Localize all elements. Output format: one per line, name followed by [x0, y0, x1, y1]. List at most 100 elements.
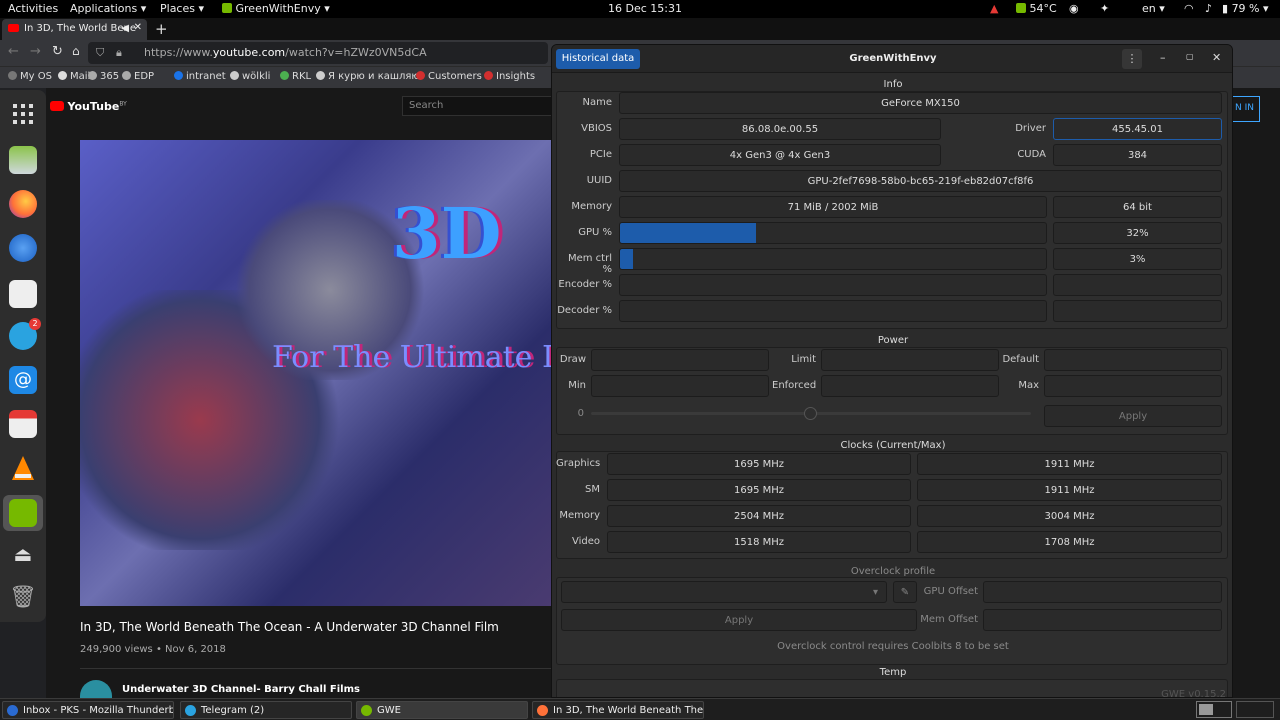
name-label: Name — [582, 97, 612, 108]
battery-indicator[interactable]: ▮ 79 % ▾ — [1222, 2, 1269, 15]
reload-icon[interactable]: ↻ — [52, 44, 63, 59]
bookmark-item[interactable]: Insights — [484, 71, 535, 82]
bookmark-label: 365 — [100, 71, 120, 82]
app-menu[interactable]: GreenWithEnvy ▾ — [222, 2, 330, 15]
memory-bus-value: 64 bit — [1053, 196, 1222, 218]
gpu-usage-bar — [619, 222, 1047, 244]
temp-section-title: Temp — [879, 667, 907, 678]
new-tab-button[interactable]: + — [155, 20, 168, 38]
search-box[interactable]: Search — [402, 96, 552, 116]
thunderbird-icon[interactable] — [9, 234, 37, 262]
channel-avatar[interactable] — [80, 680, 112, 700]
firefox-icon[interactable] — [9, 190, 37, 218]
clock-max: 1708 MHz — [917, 531, 1222, 553]
tab-youtube[interactable]: In 3D, The World Bene ◀ ✕ — [2, 19, 147, 40]
gpu-temp-icon — [1016, 3, 1026, 13]
edit-profile-button[interactable]: ✎ — [893, 581, 917, 603]
bookmark-item[interactable]: intranet — [174, 71, 226, 82]
workspace-switcher[interactable] — [1196, 701, 1232, 718]
vlc-icon[interactable] — [9, 454, 37, 482]
home-icon[interactable]: ⌂ — [72, 44, 80, 58]
memctrl-usage-value: 3% — [1053, 248, 1222, 270]
eject-icon[interactable]: ⏏ — [9, 542, 37, 570]
taskbar-item[interactable]: Telegram (2) — [180, 701, 352, 719]
driver-value[interactable]: 455.45.01 — [1053, 118, 1222, 140]
telegram-icon[interactable]: 2 — [9, 318, 41, 350]
temp-frame — [556, 679, 1228, 697]
enforced-label: Enforced — [772, 380, 817, 391]
language-indicator[interactable]: en ▾ — [1142, 2, 1165, 15]
forward-icon[interactable]: → — [30, 44, 41, 59]
workspace-1[interactable] — [1199, 704, 1213, 715]
workspace-2[interactable] — [1236, 701, 1274, 718]
gwe-dock-icon[interactable] — [3, 495, 43, 531]
decoder-value — [1053, 300, 1222, 322]
url-prefix: https://www. — [144, 46, 213, 59]
bookmark-item[interactable]: Customers — [416, 71, 482, 82]
menu-button[interactable]: ⋮ — [1122, 49, 1142, 69]
pencil-icon: ✎ — [900, 587, 910, 598]
taskbar-app-icon — [361, 705, 372, 716]
applications-menu[interactable]: Applications ▾ — [70, 2, 146, 15]
places-menu[interactable]: Places ▾ — [160, 2, 204, 15]
mem-offset-field[interactable] — [983, 609, 1222, 631]
cuda-label: CUDA — [1017, 149, 1046, 160]
activities-button[interactable]: Activities — [8, 2, 58, 15]
bookmark-label: RKL — [292, 71, 312, 82]
power-slider[interactable] — [591, 407, 1031, 420]
gwe-window: Historical data GreenWithEnvy ⋮ – ▢ ✕ In… — [551, 44, 1233, 698]
bookmark-item[interactable]: EDP — [122, 71, 154, 82]
taskbar-item[interactable]: In 3D, The World Beneath The Oc... — [532, 701, 704, 719]
bookmark-icon — [280, 71, 289, 80]
trash-icon[interactable]: 🗑︎ — [9, 585, 37, 613]
mail-client-icon[interactable] — [9, 280, 37, 308]
power-slider-handle[interactable] — [804, 407, 817, 420]
taskbar-item[interactable]: Inbox - PKS - Mozilla Thunderbird — [2, 701, 174, 719]
pcie-label: PCIe — [589, 149, 612, 160]
power-apply-button[interactable]: Apply — [1044, 405, 1222, 427]
files-icon[interactable] — [9, 146, 37, 174]
max-label: Max — [1018, 380, 1039, 391]
taskbar-item[interactable]: GWE — [356, 701, 528, 719]
temperature-indicator[interactable]: 54°C — [1016, 2, 1057, 15]
overclock-apply-button[interactable]: Apply — [561, 609, 917, 631]
maximize-icon[interactable]: ▢ — [1186, 52, 1194, 61]
encoder-value — [1053, 274, 1222, 296]
tab-strip: In 3D, The World Bene ◀ ✕ + — [0, 18, 1280, 40]
url-field[interactable]: ⛉ 🔒︎ https://www.youtube.com/watch?v=hZW… — [88, 42, 548, 64]
divider — [80, 668, 552, 669]
bookmark-item[interactable]: My OS — [8, 71, 52, 82]
sync-icon[interactable]: ◉ — [1069, 2, 1079, 15]
app-grid-icon[interactable] — [9, 100, 37, 128]
bookmark-item[interactable]: wölkli — [230, 71, 270, 82]
profile-dropdown[interactable]: ▾ — [561, 581, 887, 603]
channel-name[interactable]: Underwater 3D Channel- Barry Chall Films — [122, 684, 360, 695]
youtube-logo[interactable]: YouTubeBY — [50, 100, 127, 113]
battery-label: 79 % ▾ — [1231, 2, 1269, 15]
close-icon[interactable]: ✕ — [1212, 51, 1221, 64]
sign-in-button[interactable]: N IN — [1232, 96, 1260, 122]
clocks-section-title: Clocks (Current/Max) — [840, 440, 946, 451]
app-menu-label: GreenWithEnvy ▾ — [235, 2, 330, 15]
video-player[interactable]: 3D For The Ultimate Immersive — [80, 140, 552, 606]
bookmark-item[interactable]: 365 — [88, 71, 119, 82]
gpu-offset-field[interactable] — [983, 581, 1222, 603]
gwe-headerbar: Historical data GreenWithEnvy ⋮ – ▢ ✕ — [552, 45, 1232, 73]
email-at-icon[interactable]: @ — [9, 366, 37, 394]
top-bar: Activities Applications ▾ Places ▾ Green… — [0, 0, 1280, 18]
tab-close-icon[interactable]: ✕ — [134, 22, 142, 33]
bookmark-item[interactable]: Я курю и кашляю — [316, 71, 420, 82]
indicator-icon[interactable]: ▲ — [990, 2, 998, 15]
clock[interactable]: 16 Dec 15:31 — [608, 2, 682, 15]
search-placeholder: Search — [409, 100, 444, 111]
bookmark-item[interactable]: Mail — [58, 71, 90, 82]
back-icon[interactable]: ← — [8, 44, 19, 59]
volume-icon[interactable]: ♪ — [1205, 2, 1212, 15]
accessibility-icon[interactable]: ✦ — [1100, 2, 1109, 15]
minimize-icon[interactable]: – — [1160, 51, 1166, 64]
wifi-icon[interactable]: ◠ — [1184, 2, 1194, 15]
bookmark-item[interactable]: RKL — [280, 71, 311, 82]
calendar-icon[interactable] — [9, 410, 37, 438]
bookmark-label: Я курю и кашляю — [328, 71, 420, 82]
audio-icon[interactable]: ◀ — [121, 23, 129, 34]
